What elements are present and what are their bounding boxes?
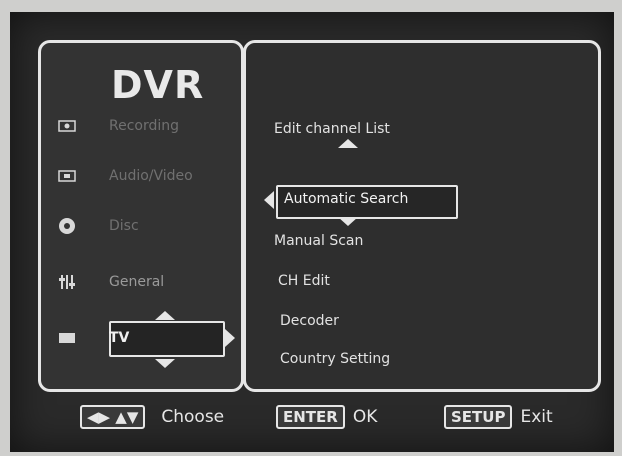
main-menu-panel: DVR Recording Audio/Video Disc General T… <box>38 40 244 392</box>
submenu-pointer-arrow-icon <box>225 329 235 347</box>
hint-choose: ◀▶ ▲▼ Choose <box>80 405 224 429</box>
submenu-left-arrow-icon[interactable] <box>264 191 274 209</box>
scroll-down-arrow-icon[interactable] <box>155 359 175 368</box>
exit-label: Exit <box>520 407 553 427</box>
dvr-logo: DVR <box>111 63 205 107</box>
tv-icon <box>57 330 77 346</box>
submenu-item-decoder[interactable]: Decoder <box>280 313 339 329</box>
submenu-item-automatic-search[interactable]: Automatic Search <box>284 191 408 207</box>
menu-item-tv[interactable]: TV <box>57 321 233 355</box>
menu-label-general: General <box>109 274 165 290</box>
tv-screen: DVR Recording Audio/Video Disc General T… <box>10 12 614 452</box>
choose-label: Choose <box>161 407 225 427</box>
disc-icon <box>57 218 77 234</box>
hint-exit: SETUP Exit <box>444 405 553 429</box>
submenu-item-manual-scan[interactable]: Manual Scan <box>274 233 363 249</box>
key-hint-bar: ◀▶ ▲▼ Choose ENTER OK SETUP Exit <box>10 392 614 442</box>
hint-ok: ENTER OK <box>276 405 377 429</box>
submenu-item-edit-channel-list[interactable]: Edit channel List <box>274 121 390 137</box>
menu-label-disc: Disc <box>109 218 139 234</box>
menu-item-recording[interactable]: Recording <box>57 109 233 143</box>
menu-item-general[interactable]: General <box>57 265 233 299</box>
scroll-up-arrow-icon[interactable] <box>155 311 175 320</box>
menu-label-tv: TV <box>109 330 130 346</box>
tv-submenu-panel: Edit channel List Automatic Search Manua… <box>243 40 601 392</box>
setup-key-icon: SETUP <box>444 405 513 429</box>
ok-label: OK <box>352 407 378 427</box>
menu-item-disc[interactable]: Disc <box>57 209 233 243</box>
menu-label-recording: Recording <box>109 118 180 134</box>
submenu-up-arrow-icon[interactable] <box>338 139 358 148</box>
submenu-item-country-setting[interactable]: Country Setting <box>280 351 390 367</box>
submenu-item-ch-edit[interactable]: CH Edit <box>278 273 330 289</box>
general-settings-icon <box>57 274 77 290</box>
enter-key-icon: ENTER <box>276 405 345 429</box>
audio-video-icon <box>57 168 77 184</box>
arrow-keys-icon: ◀▶ ▲▼ <box>80 405 146 429</box>
record-icon <box>57 118 77 134</box>
menu-label-audio-video: Audio/Video <box>109 168 193 184</box>
submenu-down-arrow-icon[interactable] <box>338 217 358 226</box>
menu-item-audio-video[interactable]: Audio/Video <box>57 159 233 193</box>
